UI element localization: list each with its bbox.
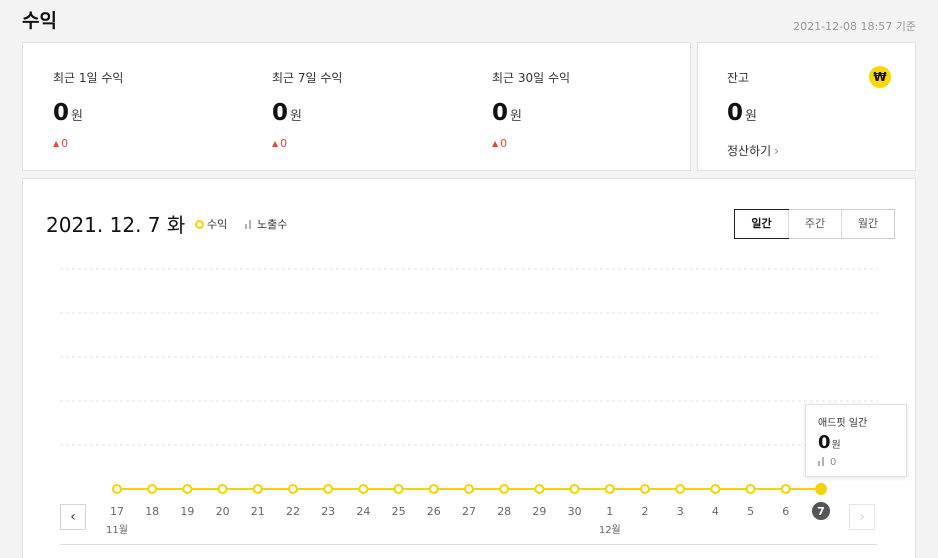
revenue-summary-card: 최근 1일 수익 0원 ▲ 0 최근 7일 수익 0원 ▲ 0 최근 30일 수익 … <box>22 42 691 171</box>
tooltip-value: 0 <box>818 432 831 453</box>
x-tick-label: 26 <box>427 505 441 518</box>
x-tick-label: 29 <box>532 505 546 518</box>
data-point <box>745 484 756 494</box>
balance-unit: 원 <box>745 109 757 124</box>
increase-icon: ▲ <box>53 139 60 148</box>
chart-card: 17 18 19 20 21 22 23 24 25 26 27 28 29 30 1 2 3 4 5 6 7 11월 12… <box>22 178 916 558</box>
legend-impressions: 노출수 <box>245 216 287 232</box>
data-point <box>604 484 615 494</box>
balance: 잔고 0원 정산하기 › <box>727 69 779 159</box>
x-tick-label: 24 <box>356 505 370 518</box>
x-tick-label: 22 <box>286 505 300 518</box>
month-label: 11월 <box>106 524 128 536</box>
tab-weekly[interactable]: 주간 <box>788 210 841 238</box>
x-tick-label: 30 <box>568 505 582 518</box>
data-point <box>358 484 369 494</box>
balance-label: 잔고 <box>727 71 750 85</box>
data-point <box>640 484 650 494</box>
month-label: 12월 <box>599 524 621 536</box>
chevron-right-icon: › <box>774 144 779 158</box>
stat-change: 0 <box>61 137 69 150</box>
stat-unit: 원 <box>71 109 83 124</box>
settle-link[interactable]: 정산하기 › <box>727 142 779 159</box>
data-point <box>252 484 263 494</box>
won-icon: ₩ <box>869 66 891 88</box>
chart-date: 2021. 12. 7 화 <box>46 213 186 237</box>
stat-30day: 최근 30일 수익 0원 ▲ 0 <box>492 69 570 150</box>
data-point <box>323 484 334 494</box>
bar-chart-icon <box>818 457 826 466</box>
legend-revenue: 수익 <box>195 216 227 232</box>
tab-monthly[interactable]: 월간 <box>841 210 894 238</box>
x-tick-label: 4 <box>712 505 719 518</box>
prev-button[interactable]: ‹ <box>60 504 86 530</box>
x-tick-label: 19 <box>180 505 194 518</box>
x-tick-label: 21 <box>251 505 265 518</box>
x-tick-label: 2 <box>642 505 649 518</box>
x-tick-label: 1 <box>606 505 613 518</box>
x-tick-label: 27 <box>462 505 476 518</box>
tooltip-title: 애드핏 일간 <box>818 418 868 429</box>
data-point <box>499 484 510 494</box>
legend-impressions-label: 노출수 <box>257 218 288 231</box>
data-point <box>464 484 474 494</box>
data-point <box>710 484 721 494</box>
data-point <box>217 484 228 494</box>
stat-change: 0 <box>280 137 288 150</box>
timestamp: 2021-12-08 18:57 기준 <box>793 20 916 33</box>
x-tick-label: 5 <box>747 505 754 518</box>
data-point <box>815 483 827 495</box>
x-tick-label: 18 <box>145 505 159 518</box>
stat-1day: 최근 1일 수익 0원 ▲ 0 <box>53 69 123 150</box>
data-point <box>147 484 158 494</box>
tooltip-unit: 원 <box>831 440 841 451</box>
stat-value: 0 <box>492 100 509 126</box>
chart-tooltip: 애드핏 일간 0원 0 <box>805 404 907 477</box>
data-point <box>428 484 439 494</box>
x-tick-label: 3 <box>677 505 684 518</box>
bar-chart-icon <box>245 220 253 229</box>
settle-label: 정산하기 <box>727 144 772 158</box>
x-tick-label: 25 <box>392 505 406 518</box>
stat-value: 0 <box>53 100 70 126</box>
balance-card: 잔고 0원 정산하기 › ₩ <box>697 42 916 171</box>
data-point <box>182 484 193 494</box>
stat-unit: 원 <box>510 109 522 124</box>
increase-icon: ▲ <box>492 139 499 148</box>
tab-daily[interactable]: 일간 <box>734 209 789 239</box>
stat-change: 0 <box>500 137 508 150</box>
chart-baseline <box>60 544 877 545</box>
stat-label: 최근 7일 수익 <box>272 71 343 85</box>
stat-unit: 원 <box>290 109 302 124</box>
period-tabs: 일간 주간 월간 <box>734 209 895 239</box>
data-point <box>393 484 404 494</box>
legend-dot-icon <box>195 220 204 229</box>
next-button[interactable]: › <box>849 504 875 530</box>
x-tick-label: 20 <box>216 505 230 518</box>
x-tick-label: 28 <box>497 505 511 518</box>
x-tick-label: 7 <box>817 505 825 518</box>
x-tick-label: 17 <box>110 505 124 518</box>
x-tick-label: 6 <box>782 505 789 518</box>
legend-revenue-label: 수익 <box>207 218 228 231</box>
tooltip-impressions: 0 <box>830 457 837 468</box>
data-point <box>569 484 580 494</box>
data-point <box>112 484 122 494</box>
stat-label: 최근 1일 수익 <box>53 71 124 85</box>
data-point <box>780 484 791 494</box>
page-title: 수익 <box>22 10 57 32</box>
stat-label: 최근 30일 수익 <box>492 71 571 85</box>
increase-icon: ▲ <box>272 139 279 148</box>
data-point <box>675 484 686 494</box>
stat-value: 0 <box>272 100 289 126</box>
x-tick-label: 23 <box>321 505 335 518</box>
data-point <box>288 484 298 494</box>
stat-7day: 최근 7일 수익 0원 ▲ 0 <box>272 69 342 150</box>
data-point <box>534 484 545 494</box>
balance-value: 0 <box>727 100 744 126</box>
